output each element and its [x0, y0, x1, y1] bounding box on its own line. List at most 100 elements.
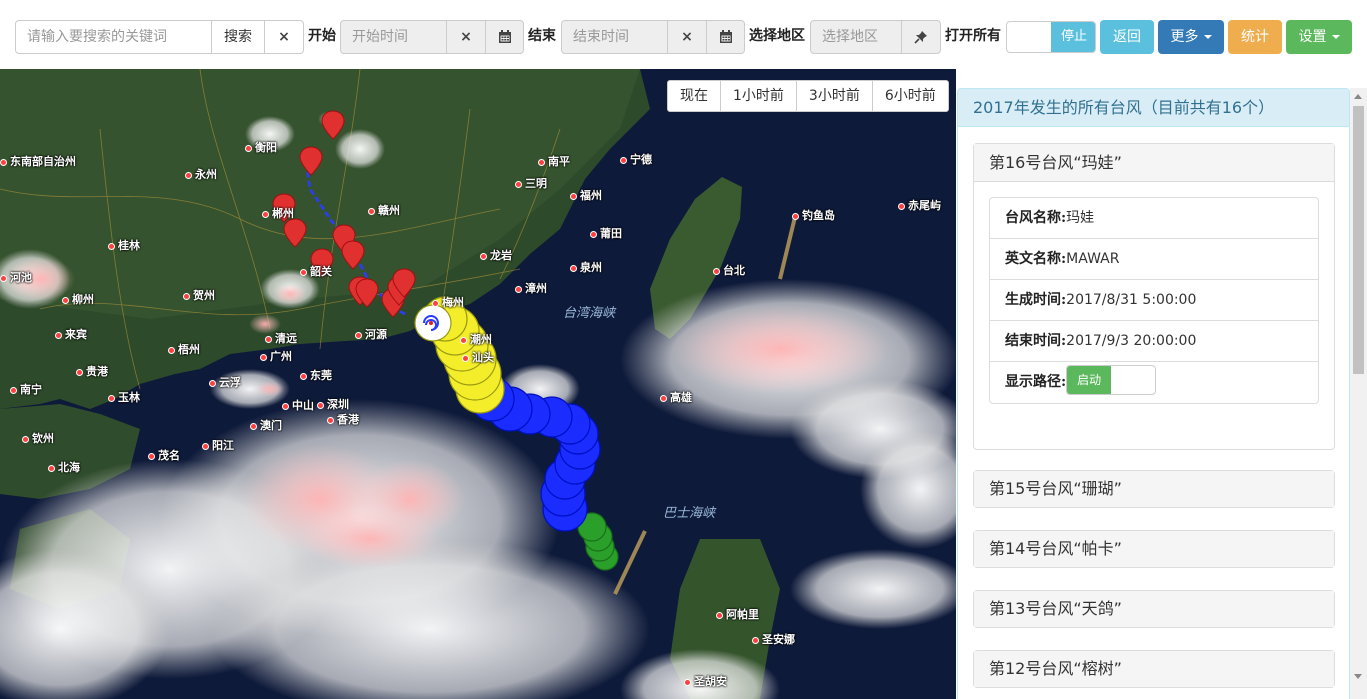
city-label: 贺州: [183, 287, 215, 303]
typhoon-item-14[interactable]: 第14号台风“帕卡”: [973, 530, 1335, 568]
end-time-value: 2017/9/3 20:00:00: [1066, 333, 1197, 349]
show-path-toggle[interactable]: 启动: [1066, 365, 1157, 395]
end-label: 结束: [528, 28, 556, 44]
city-label: 三明: [515, 175, 547, 191]
more-button-label: 更多: [1170, 29, 1199, 45]
typhoon-item-12[interactable]: 第12号台风“榕树”: [973, 650, 1335, 688]
region-input[interactable]: [810, 20, 902, 54]
typhoon-item-title[interactable]: 第12号台风“榕树”: [974, 651, 1334, 687]
city-label: 梧州: [168, 341, 200, 357]
scroll-down-icon[interactable]: [1354, 674, 1362, 679]
time-1h-button[interactable]: 1小时前: [721, 81, 797, 111]
typhoon-item-title[interactable]: 第15号台风“珊瑚”: [974, 471, 1334, 507]
typhoon-item-13[interactable]: 第13号台风“天鸽”: [973, 590, 1335, 628]
typhoon-list-panel: 2017年发生的所有台风（目前共有16个） 第16号台风“玛娃” 台风名称:玛娃…: [957, 88, 1350, 699]
english-name-label: 英文名称:: [1005, 251, 1067, 267]
back-button[interactable]: 返回: [1100, 20, 1154, 54]
city-label: 衡阳: [245, 139, 277, 155]
start-calendar-button[interactable]: [485, 20, 524, 54]
close-icon: ×: [681, 29, 693, 45]
city-label: 赣州: [368, 202, 400, 218]
region-pin-button[interactable]: [901, 20, 941, 54]
city-label: 广州: [260, 348, 292, 364]
name-value: 玛娃: [1066, 210, 1095, 226]
city-label: 圣安娜: [752, 631, 795, 647]
satellite-map[interactable]: 衡阳 东南部自治州 永州 三明 南平 宁德 郴州 赣州 福州 钓鱼岛 赤尾屿 桂林 莆田 龙岩 泉州 韶关 台北…: [0, 69, 956, 699]
city-label: 潮州: [460, 331, 492, 347]
city-label: 泉州: [570, 259, 602, 275]
show-path-toggle-on: 启动: [1067, 366, 1112, 394]
city-label: 清远: [265, 330, 297, 346]
caret-down-icon: [1331, 35, 1340, 39]
time-now-button[interactable]: 现在: [668, 81, 721, 111]
start-time-input[interactable]: [340, 20, 447, 54]
city-label: 桂林: [108, 237, 140, 253]
sea-label: 巴士海峡: [663, 506, 716, 521]
region-label: 选择地区: [749, 28, 805, 44]
city-label: 贵港: [76, 363, 108, 379]
start-time-label: 生成时间:: [1005, 292, 1067, 308]
end-time-row: 结束时间:2017/9/3 20:00:00: [990, 321, 1318, 362]
sea-label: 台湾海峡: [563, 306, 616, 321]
open-all-label: 打开所有: [945, 28, 1001, 44]
settings-button-label: 设置: [1298, 29, 1327, 45]
city-label: 梅州: [432, 294, 464, 310]
pushpin-icon: [914, 31, 927, 44]
panel-scrollbar[interactable]: [1350, 88, 1367, 699]
city-label: 中山: [282, 397, 314, 413]
toolbar: 搜索 × 开始 × 结束 × 选择地区: [0, 0, 1367, 68]
typhoon-item-title[interactable]: 第13号台风“天鸽”: [974, 591, 1334, 627]
stats-button[interactable]: 统计: [1228, 20, 1282, 54]
clear-end-button[interactable]: ×: [667, 20, 707, 54]
close-icon: ×: [278, 29, 290, 45]
typhoon-details: 台风名称:玛娃 英文名称:MAWAR 生成时间:2017/8/31 5:00:0…: [989, 197, 1319, 404]
start-time-value: 2017/8/31 5:00:00: [1066, 292, 1197, 308]
clear-start-button[interactable]: ×: [446, 20, 486, 54]
typhoon-item-title[interactable]: 第14号台风“帕卡”: [974, 531, 1334, 567]
city-label: 柳州: [62, 291, 94, 307]
city-label: 钓鱼岛: [792, 207, 835, 223]
city-label: 台北: [713, 262, 745, 278]
city-label: 莆田: [590, 225, 622, 241]
search-input[interactable]: [15, 20, 212, 54]
city-label: 南平: [538, 153, 570, 169]
end-calendar-button[interactable]: [706, 20, 745, 54]
city-label: 永州: [185, 166, 217, 182]
search-button[interactable]: 搜索: [211, 20, 265, 54]
city-label: 深圳: [317, 396, 349, 412]
city-label: 钦州: [22, 430, 54, 446]
city-label: 圣胡安: [684, 673, 727, 689]
city-label: 茂名: [148, 447, 180, 463]
panel-title: 2017年发生的所有台风（目前共有16个）: [958, 89, 1349, 127]
open-all-toggle[interactable]: 停止: [1006, 21, 1096, 53]
city-label: 东莞: [300, 367, 332, 383]
city-label: 香港: [327, 411, 359, 427]
time-6h-button[interactable]: 6小时前: [873, 81, 948, 111]
typhoon-item-16: 第16号台风“玛娃” 台风名称:玛娃 英文名称:MAWAR 生成时间:2017/…: [973, 143, 1335, 450]
city-label: 东南部自治州: [0, 153, 76, 169]
time-range-selector: 现在 1小时前 3小时前 6小时前: [667, 80, 949, 112]
calendar-icon: [498, 30, 511, 43]
caret-down-icon: [1203, 35, 1212, 39]
typhoon-item-15[interactable]: 第15号台风“珊瑚”: [973, 470, 1335, 508]
clear-search-button[interactable]: ×: [264, 20, 304, 54]
city-label: 福州: [570, 187, 602, 203]
city-label: 玉林: [108, 389, 140, 405]
calendar-icon: [719, 30, 732, 43]
start-label: 开始: [308, 28, 336, 44]
scroll-up-icon[interactable]: [1354, 94, 1362, 99]
english-name-row: 英文名称:MAWAR: [990, 239, 1318, 280]
name-row: 台风名称:玛娃: [990, 198, 1318, 239]
city-label: 南宁: [10, 381, 42, 397]
city-label: 龙岩: [480, 247, 512, 263]
typhoon-item-title[interactable]: 第16号台风“玛娃”: [974, 144, 1334, 182]
more-button[interactable]: 更多: [1158, 20, 1224, 54]
city-label: 河池: [0, 269, 32, 285]
city-label: 北海: [48, 459, 80, 475]
city-label: 韶关: [300, 263, 332, 279]
stop-button[interactable]: 停止: [1051, 22, 1095, 52]
time-3h-button[interactable]: 3小时前: [797, 81, 873, 111]
settings-button[interactable]: 设置: [1286, 20, 1352, 54]
end-time-input[interactable]: [561, 20, 668, 54]
scrollbar-thumb[interactable]: [1353, 106, 1364, 374]
